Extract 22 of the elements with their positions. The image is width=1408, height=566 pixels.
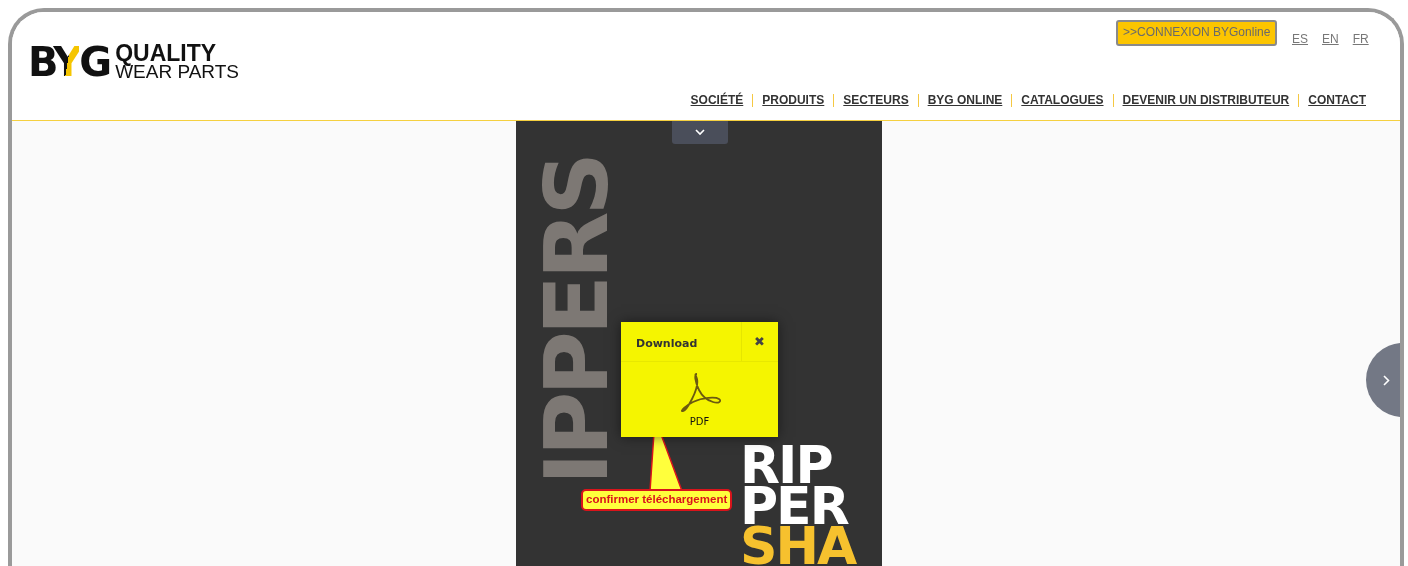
nav-link[interactable]: SECTEURS [833,94,918,108]
nav-link[interactable]: CONTACT [1298,94,1366,108]
popup-title: Download [635,336,699,352]
close-button[interactable]: ✖ [741,322,778,361]
nav-link[interactable]: DEVENIR UN DISTRIBUTEUR [1112,94,1299,108]
logo-mark: BYG [28,42,110,82]
nav-link[interactable]: BYG ONLINE [917,94,1012,108]
language-link[interactable]: ES [1292,30,1308,48]
cover-title: SHA [740,526,856,566]
language-link[interactable]: EN [1322,30,1339,48]
logo-text: QUALITY [115,42,217,64]
cover-title: RIP [740,445,832,486]
file-type-label: PDF [689,415,710,429]
chevron-down-icon [695,129,705,136]
callout-label: confirmer téléchargement [581,489,733,511]
cover-vertical-text: IPPERS [543,156,612,485]
nav-link[interactable]: CATALOGUES [1011,94,1113,108]
nav-link[interactable]: PRODUITS [752,94,834,108]
nav-link[interactable]: SOCIÉTÉ [681,94,753,108]
chevron-right-icon [1383,374,1390,386]
login-button[interactable]: >>CONNEXION BYGonline [1116,20,1278,46]
language-link[interactable]: FR [1352,30,1369,48]
